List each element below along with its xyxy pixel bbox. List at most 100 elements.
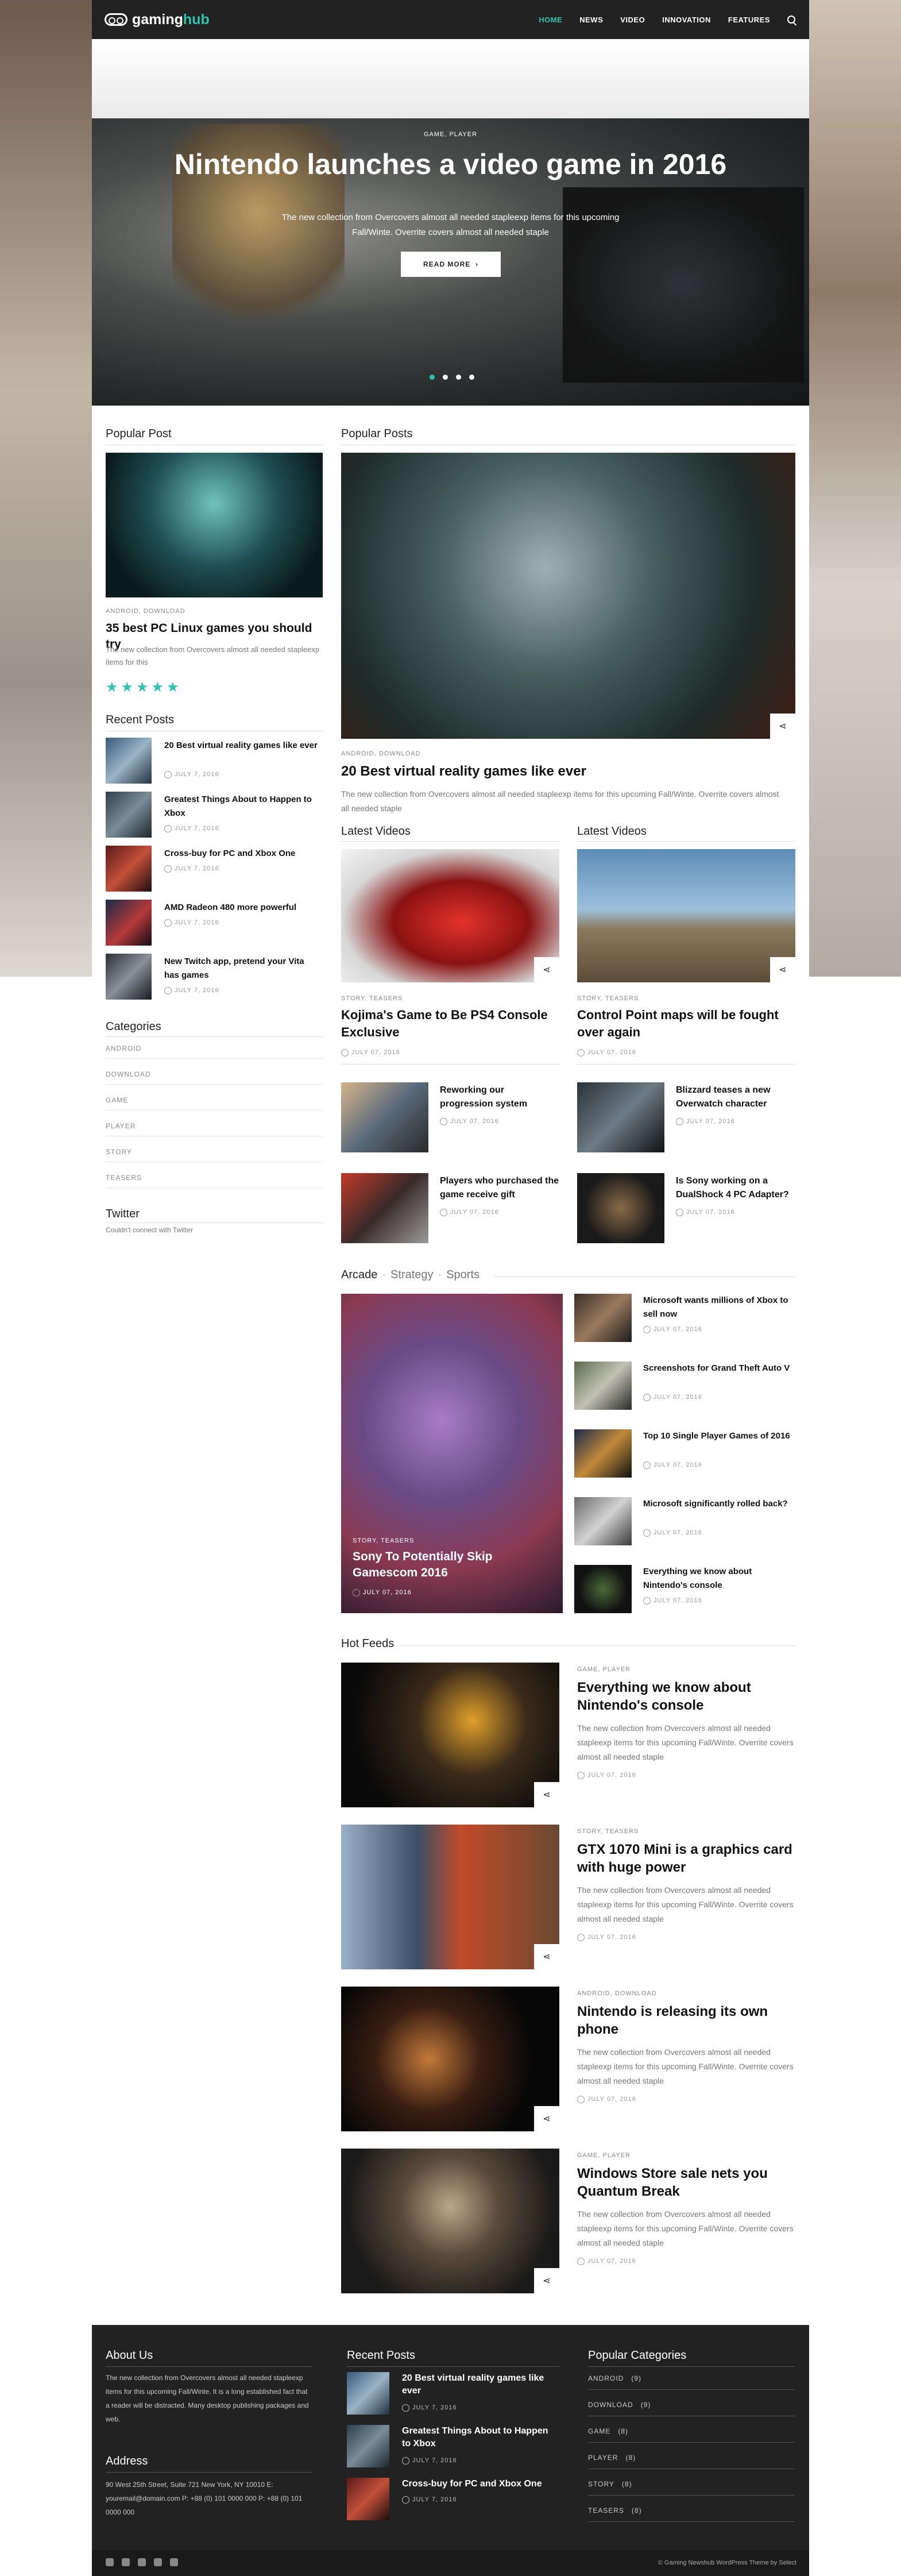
footer-recent-title[interactable]: Cross-buy for PC and Xbox One — [402, 2478, 557, 2490]
nav-innovation[interactable]: INNOVATION — [662, 16, 711, 24]
instagram-icon[interactable] — [154, 2558, 162, 2566]
video-list-title[interactable]: Blizzard teases a new Overwatch characte… — [676, 1083, 795, 1111]
footer-category-item[interactable]: ANDROID (9) — [588, 2374, 795, 2390]
tab-list-title[interactable]: Everything we know about Nintendo's cons… — [643, 1565, 794, 1592]
hot-feed-image[interactable] — [341, 1825, 559, 1969]
search-icon[interactable] — [787, 16, 795, 24]
nav-features[interactable]: FEATURES — [728, 16, 770, 24]
share-icon[interactable]: ⋖ — [534, 957, 559, 982]
recent-post-thumb[interactable] — [106, 846, 152, 892]
share-icon[interactable]: ⋖ — [770, 714, 795, 739]
share-icon[interactable]: ⋖ — [534, 1782, 559, 1807]
slider-dot[interactable] — [456, 375, 461, 380]
tab-sports[interactable]: Sports — [446, 1268, 479, 1281]
footer-recent-thumb[interactable] — [347, 2425, 389, 2467]
footer-category-item[interactable]: GAME (8) — [588, 2427, 795, 2443]
recent-post-title[interactable]: Cross-buy for PC and Xbox One — [164, 847, 319, 861]
hot-feed-category[interactable]: GAME, PLAYER — [577, 2152, 631, 2159]
tab-list-thumb[interactable] — [574, 1497, 632, 1545]
tab-strategy[interactable]: Strategy — [390, 1268, 433, 1281]
hot-feed-title[interactable]: Everything we know about Nintendo's cons… — [577, 1679, 795, 1714]
hot-feed-title[interactable]: Windows Store sale nets you Quantum Brea… — [577, 2165, 795, 2200]
hot-feed-category[interactable]: GAME, PLAYER — [577, 1666, 631, 1673]
hot-feed-title[interactable]: GTX 1070 Mini is a graphics card with hu… — [577, 1841, 795, 1876]
share-icon[interactable]: ⋖ — [534, 1944, 559, 1969]
slider-dot[interactable] — [469, 375, 474, 380]
hot-feed-image[interactable] — [341, 1987, 559, 2131]
main-popular-category[interactable]: ANDROID, DOWNLOAD — [341, 750, 421, 757]
hot-feed-image[interactable] — [341, 2149, 559, 2293]
video-image-car[interactable] — [341, 849, 559, 982]
video-list-title[interactable]: Reworking our progression system — [440, 1083, 559, 1111]
recent-post-title[interactable]: New Twitch app, pretend your Vita has ga… — [164, 955, 319, 982]
tab-list-title[interactable]: Microsoft significantly rolled back? — [643, 1497, 794, 1511]
tab-list-thumb[interactable] — [574, 1362, 632, 1410]
popular-post-image[interactable] — [106, 453, 323, 597]
hot-feed-category[interactable]: STORY, TEASERS — [577, 1828, 639, 1835]
dribbble-icon[interactable] — [170, 2558, 178, 2566]
footer-recent-thumb[interactable] — [347, 2372, 389, 2415]
category-item[interactable]: ANDROID — [106, 1044, 323, 1059]
share-icon[interactable]: ⋖ — [534, 2106, 559, 2131]
main-popular-image[interactable] — [341, 453, 795, 739]
tab-list-thumb[interactable] — [574, 1565, 632, 1613]
hot-feed-title[interactable]: Nintendo is releasing its own phone — [577, 2003, 795, 2038]
category-item[interactable]: STORY — [106, 1148, 323, 1162]
footer-recent-title[interactable]: 20 Best virtual reality games like ever — [402, 2372, 557, 2397]
tab-list-title[interactable]: Screenshots for Grand Theft Auto V — [643, 1362, 794, 1375]
video-title[interactable]: Kojima's Game to Be PS4 Console Exclusiv… — [341, 1007, 554, 1041]
category-item[interactable]: DOWNLOAD — [106, 1070, 323, 1085]
footer-category-item[interactable]: STORY (8) — [588, 2480, 795, 2496]
featured-category[interactable]: STORY, TEASERS — [353, 1537, 414, 1544]
hero-title[interactable]: Nintendo launches a video game in 2016 — [92, 148, 809, 180]
share-icon[interactable]: ⋖ — [534, 2268, 559, 2293]
category-item[interactable]: GAME — [106, 1096, 323, 1110]
video-title[interactable]: Control Point maps will be fought over a… — [577, 1007, 792, 1041]
main-popular-title[interactable]: 20 Best virtual reality games like ever — [341, 763, 795, 780]
share-icon[interactable]: ⋖ — [770, 957, 795, 982]
video-list-title[interactable]: Is Sony working on a DualShock 4 PC Adap… — [676, 1174, 795, 1202]
twitter-icon[interactable] — [122, 2558, 130, 2566]
nav-home[interactable]: HOME — [539, 16, 562, 24]
video-category[interactable]: STORY, TEASERS — [341, 995, 403, 1002]
footer-recent-thumb[interactable] — [347, 2478, 389, 2520]
video-list-title[interactable]: Players who purchased the game receive g… — [440, 1174, 559, 1202]
recent-post-thumb[interactable] — [106, 900, 152, 946]
category-item[interactable]: PLAYER — [106, 1122, 323, 1136]
hot-feed-category[interactable]: ANDROID, DOWNLOAD — [577, 1990, 657, 1997]
footer-category-item[interactable]: PLAYER (8) — [588, 2454, 795, 2469]
nav-news[interactable]: NEWS — [579, 16, 603, 24]
video-thumb[interactable] — [577, 1082, 664, 1152]
recent-post-title[interactable]: 20 Best virtual reality games like ever — [164, 739, 319, 753]
nav-video[interactable]: VIDEO — [620, 16, 645, 24]
recent-post-thumb[interactable] — [106, 792, 152, 838]
recent-post-title[interactable]: Greatest Things About to Happen to Xbox — [164, 793, 319, 820]
recent-post-thumb[interactable] — [106, 738, 152, 784]
footer-category-item[interactable]: TEASERS (8) — [588, 2506, 795, 2522]
hot-feed-image[interactable] — [341, 1663, 559, 1807]
rss-icon[interactable] — [106, 2558, 114, 2566]
tab-list-title[interactable]: Microsoft wants millions of Xbox to sell… — [643, 1294, 794, 1321]
video-thumb[interactable] — [577, 1173, 664, 1243]
video-image-buggy[interactable] — [577, 849, 795, 982]
slider-dot[interactable] — [443, 375, 448, 380]
footer-category-item[interactable]: DOWNLOAD (9) — [588, 2401, 795, 2416]
recent-post-title[interactable]: AMD Radeon 480 more powerful — [164, 901, 319, 915]
tab-list-title[interactable]: Top 10 Single Player Games of 2016 — [643, 1429, 794, 1443]
video-thumb[interactable] — [341, 1082, 428, 1152]
category-item[interactable]: TEASERS — [106, 1174, 323, 1188]
hero-category[interactable]: GAME, PLAYER — [92, 131, 809, 138]
tab-list-thumb[interactable] — [574, 1294, 632, 1342]
slider-dot[interactable] — [430, 375, 435, 380]
video-category[interactable]: STORY, TEASERS — [577, 995, 639, 1002]
popular-post-category[interactable]: ANDROID, DOWNLOAD — [106, 608, 185, 615]
site-logo[interactable]: gaming hub — [105, 10, 210, 29]
video-thumb[interactable] — [341, 1173, 428, 1243]
featured-title[interactable]: Sony To Potentially Skip Gamescom 2016 — [353, 1549, 548, 1581]
tab-arcade[interactable]: Arcade — [341, 1268, 377, 1281]
footer-recent-title[interactable]: Greatest Things About to Happen to Xbox — [402, 2425, 557, 2450]
tab-list-thumb[interactable] — [574, 1429, 632, 1478]
read-more-button[interactable]: READ MORE › — [401, 252, 501, 277]
recent-post-thumb[interactable] — [106, 954, 152, 1000]
facebook-icon[interactable] — [138, 2558, 146, 2566]
